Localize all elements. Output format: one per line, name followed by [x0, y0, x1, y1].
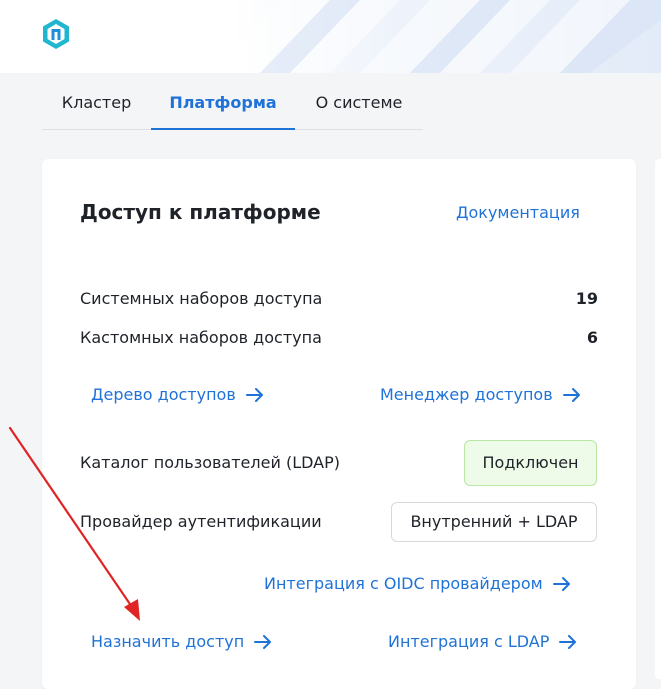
- arrow-right-icon: [254, 634, 272, 649]
- oidc-integration-link-label: Интеграция с OIDC провайдером: [264, 574, 543, 593]
- assign-access-link-label: Назначить доступ: [91, 632, 245, 651]
- platform-access-card: Доступ к платформе Документация Системны…: [42, 159, 636, 689]
- top-header: [0, 0, 661, 73]
- access-tree-link-label: Дерево доступов: [91, 385, 236, 404]
- arrow-right-icon: [559, 634, 577, 649]
- arrow-right-icon: [552, 576, 570, 591]
- auth-provider-value: Внутренний + LDAP: [391, 502, 597, 542]
- ldap-integration-link-label: Интеграция с LDAP: [388, 632, 550, 651]
- assign-access-link[interactable]: Назначить доступ: [91, 632, 272, 651]
- access-manager-link[interactable]: Менеджер доступов: [380, 385, 581, 404]
- custom-access-sets-label: Кастомных наборов доступа: [80, 328, 322, 347]
- ldap-status-badge: Подключен: [464, 440, 597, 486]
- system-access-sets-count: 19: [575, 289, 598, 308]
- auth-provider-label: Провайдер аутентификации: [80, 512, 322, 531]
- card-title: Доступ к платформе: [80, 200, 321, 224]
- access-manager-link-label: Менеджер доступов: [380, 385, 553, 404]
- ldap-integration-link[interactable]: Интеграция с LDAP: [388, 632, 577, 651]
- custom-access-sets-count: 6: [586, 328, 598, 347]
- access-tree-link[interactable]: Дерево доступов: [91, 385, 264, 404]
- tab-cluster[interactable]: Кластер: [42, 80, 151, 130]
- tab-platform[interactable]: Платформа: [151, 80, 295, 130]
- arrow-right-icon: [562, 387, 580, 402]
- header-pattern: [210, 0, 661, 73]
- top-tabs: Кластер Платформа О системе: [42, 80, 423, 130]
- brand-logo-icon[interactable]: [40, 18, 72, 50]
- adjacent-card-edge: [655, 159, 661, 679]
- documentation-link[interactable]: Документация: [456, 203, 580, 222]
- documentation-link-label: Документация: [456, 203, 580, 222]
- system-access-sets-label: Системных наборов доступа: [80, 289, 323, 308]
- oidc-integration-link[interactable]: Интеграция с OIDC провайдером: [264, 574, 571, 593]
- arrow-right-icon: [245, 387, 263, 402]
- ldap-catalog-label: Каталог пользователей (LDAP): [80, 453, 340, 472]
- tab-about[interactable]: О системе: [295, 80, 423, 130]
